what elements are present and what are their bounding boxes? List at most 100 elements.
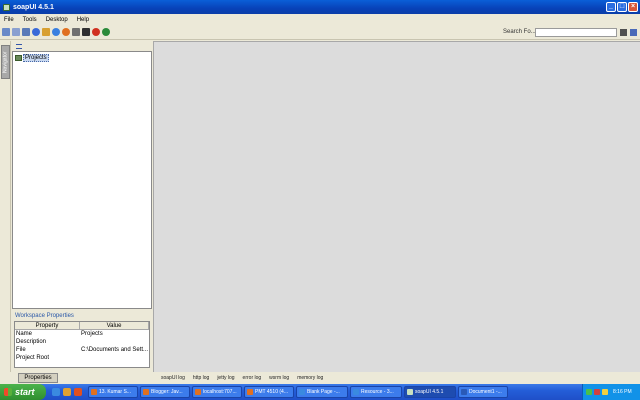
column-value[interactable]: Value (80, 322, 149, 329)
task-item[interactable]: Resource - 3... (350, 386, 402, 398)
forum-icon[interactable] (32, 28, 40, 36)
properties-tab-bar: Properties (12, 372, 152, 384)
task-item[interactable]: PMT 4510 (4... (244, 386, 294, 398)
table-row[interactable]: Description (15, 338, 149, 346)
tree-item-projects[interactable]: Projects (15, 54, 49, 62)
firefox-icon (143, 389, 149, 395)
table-row[interactable]: Project Root (15, 354, 149, 362)
security-icon[interactable] (594, 389, 600, 395)
task-label: localhost:707... (203, 389, 237, 395)
properties-tab[interactable]: Properties (18, 373, 58, 383)
window-title: soapUI 4.5.1 (13, 3, 54, 11)
property-value[interactable]: Projects (80, 330, 149, 338)
task-label: Blogger: Jav... (151, 389, 183, 395)
network-icon[interactable] (586, 389, 592, 395)
clock[interactable]: 8:16 PM (613, 389, 632, 395)
workspace-icon (15, 55, 22, 61)
task-label: soapUI 4.5.1 (415, 389, 444, 395)
ie-icon[interactable] (52, 388, 60, 396)
close-button[interactable]: × (628, 2, 638, 12)
windows-taskbar: start 13. Kumar S... Blogger: Jav... loc… (0, 384, 640, 400)
windows-logo-icon (4, 388, 12, 396)
binoculars-icon[interactable] (620, 29, 627, 36)
start-button[interactable]: start (0, 384, 46, 400)
task-item[interactable]: localhost:707... (192, 386, 242, 398)
workspace-properties-panel: Workspace Properties Property Value Name… (12, 311, 152, 372)
volume-icon[interactable] (602, 389, 608, 395)
help-icon[interactable] (52, 28, 60, 36)
menu-help[interactable]: Help (77, 17, 89, 23)
desktop-area (153, 41, 640, 372)
tab-wsrm-log[interactable]: wsrm log (269, 375, 289, 381)
new-project-icon[interactable] (2, 28, 10, 36)
import-project-icon[interactable] (12, 28, 20, 36)
tree-item-label: Projects (23, 54, 49, 62)
task-label: Blank Page -... (307, 389, 340, 395)
task-item[interactable]: 13. Kumar S... (88, 386, 138, 398)
property-name: Project Root (16, 355, 50, 361)
ie-icon (353, 389, 359, 395)
navigator-toolbar (12, 41, 152, 51)
table-row[interactable]: File C:\Documents and Sett... (15, 346, 149, 354)
table-row[interactable]: Name Projects (15, 330, 149, 338)
tab-jetty-log[interactable]: jetty log (217, 375, 234, 381)
window-controls: _ □ × (606, 2, 638, 12)
search-options-icon[interactable] (630, 29, 637, 36)
tools-icon[interactable] (72, 28, 80, 36)
tab-http-log[interactable]: http log (193, 375, 209, 381)
preferences-icon[interactable] (62, 28, 70, 36)
firefox-icon (91, 389, 97, 395)
online-icon[interactable] (102, 28, 110, 36)
project-tree[interactable]: Projects (12, 51, 152, 309)
task-item[interactable]: Blank Page -... (296, 386, 348, 398)
menu-bar: File Tools Desktop Help (0, 14, 640, 25)
trial-icon[interactable] (42, 28, 50, 36)
property-name: Description (16, 339, 47, 345)
proxy-icon[interactable] (82, 28, 90, 36)
save-all-icon[interactable] (22, 28, 30, 36)
task-label: Document1 -... (469, 389, 502, 395)
soapui-app-icon (3, 3, 10, 11)
word-icon (461, 389, 467, 395)
task-item[interactable]: Document1 -... (458, 386, 508, 398)
property-name: Name (16, 331, 33, 337)
tab-soapui-log[interactable]: soapUI log (161, 375, 185, 381)
tab-error-log[interactable]: error log (243, 375, 262, 381)
title-bar: soapUI 4.5.1 _ □ × (0, 0, 640, 14)
menu-tools[interactable]: Tools (23, 17, 37, 23)
property-value[interactable]: C:\Documents and Sett... (80, 346, 149, 354)
stop-icon[interactable] (92, 28, 100, 36)
folder-icon[interactable] (63, 388, 71, 396)
task-item[interactable]: soapUI 4.5.1 (404, 386, 456, 398)
properties-header: Property Value (15, 322, 149, 330)
column-property[interactable]: Property (15, 322, 81, 329)
log-tabs: soapUI log http log jetty log error log … (153, 372, 640, 384)
properties-table: Property Value Name Projects Description… (14, 321, 150, 368)
firefox-icon[interactable] (74, 388, 82, 396)
property-value[interactable] (80, 338, 149, 346)
navigator-panel: Projects (12, 41, 152, 311)
task-item[interactable]: Blogger: Jav... (140, 386, 190, 398)
firefox-icon (247, 389, 253, 395)
tab-memory-log[interactable]: memory log (297, 375, 323, 381)
firefox-icon (195, 389, 201, 395)
search-label: Search Fo... (503, 29, 536, 35)
search-input[interactable] (535, 28, 617, 37)
property-name: File (16, 347, 26, 353)
menu-file[interactable]: File (4, 17, 14, 23)
task-label: PMT 4510 (4... (255, 389, 288, 395)
navigator-side-strip: Navigator (0, 41, 11, 372)
minimize-button[interactable]: _ (606, 2, 616, 12)
navigator-tab[interactable]: Navigator (1, 45, 10, 79)
ie-icon (299, 389, 305, 395)
collapse-all-icon[interactable] (16, 43, 22, 49)
workspace-properties-title: Workspace Properties (15, 313, 74, 319)
property-value[interactable] (80, 354, 149, 362)
soapui-icon (407, 389, 413, 395)
system-tray: 8:16 PM (582, 384, 640, 400)
menu-desktop[interactable]: Desktop (46, 17, 68, 23)
start-label: start (15, 387, 35, 397)
maximize-button[interactable]: □ (617, 2, 627, 12)
main-toolbar: Search Fo... (0, 25, 640, 40)
quick-launch (52, 388, 82, 396)
